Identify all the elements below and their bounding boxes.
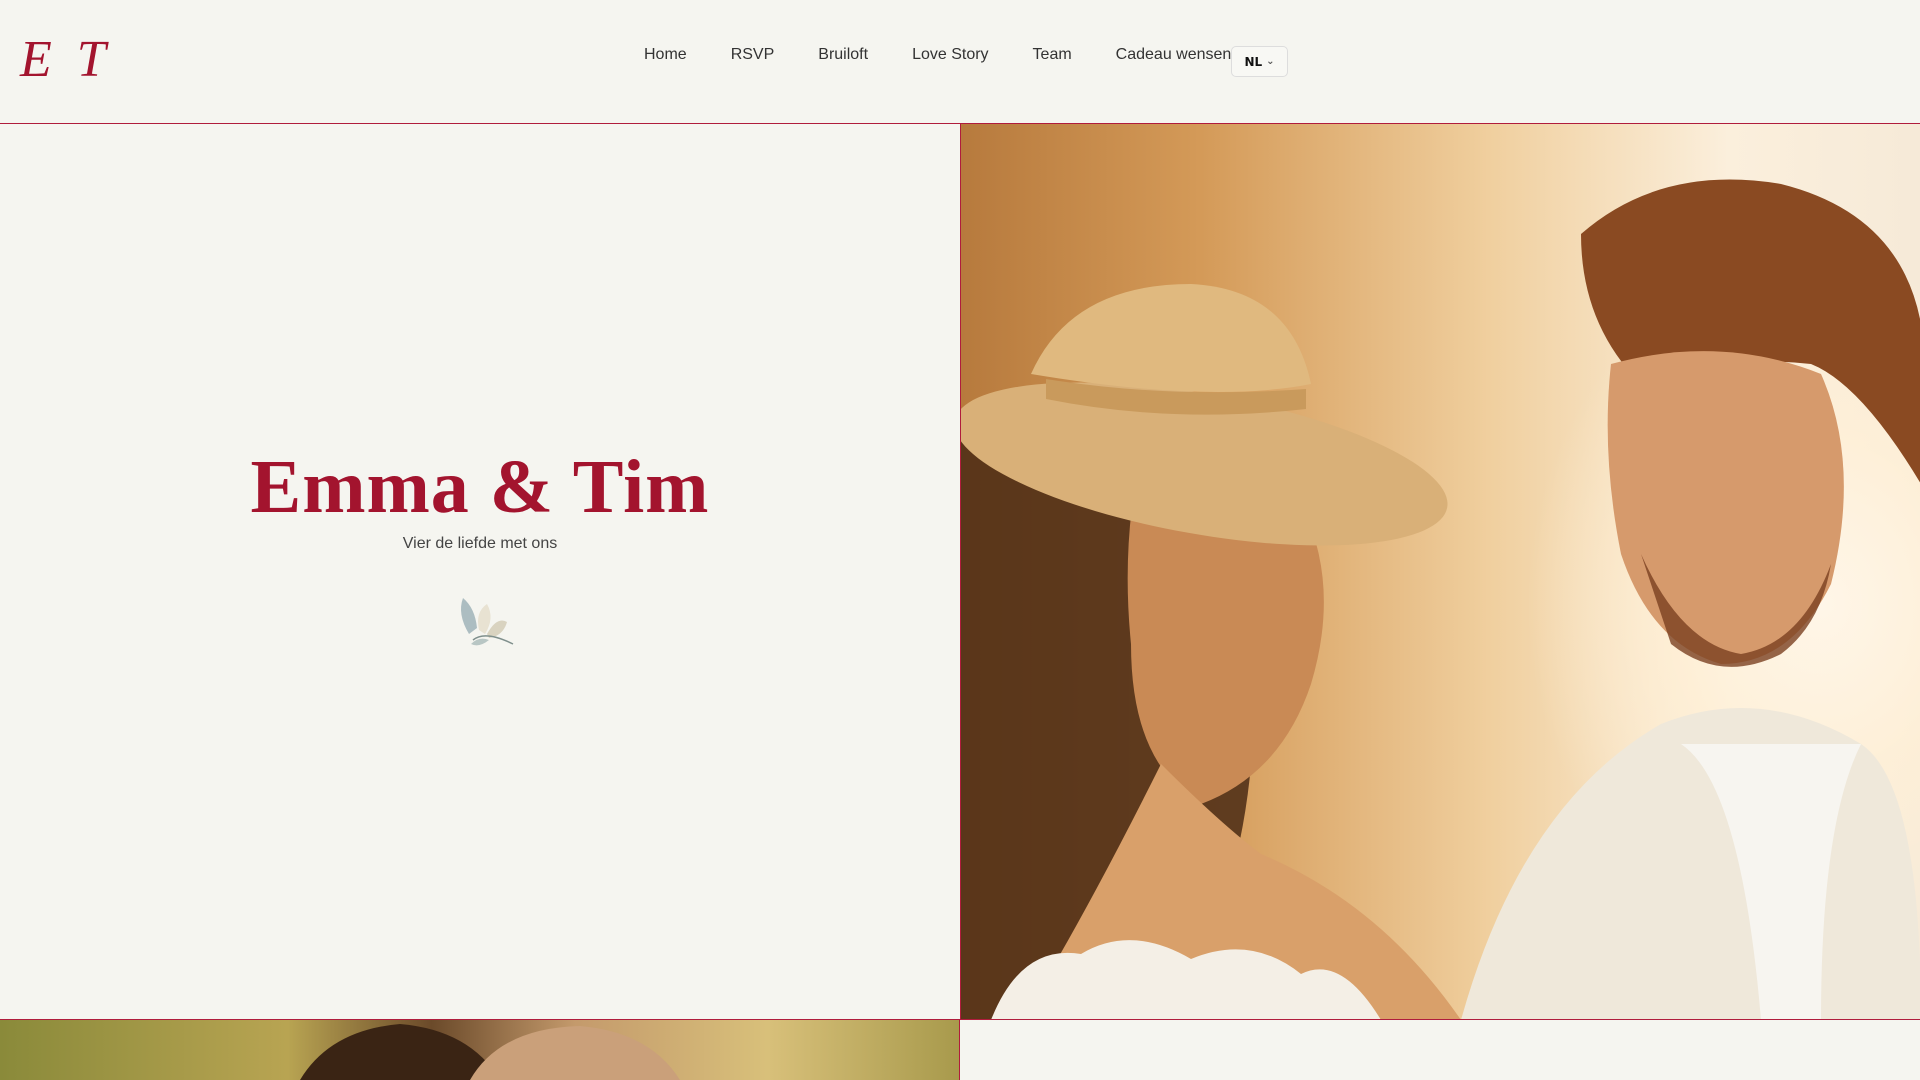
chevron-down-icon: ⌄ — [1266, 56, 1275, 67]
language-code: NL — [1244, 54, 1263, 69]
photo-preview-illustration — [300, 1024, 680, 1080]
language-selector[interactable]: NL ⌄ — [1231, 46, 1288, 77]
nav-home[interactable]: Home — [644, 46, 687, 64]
site-header: E T Home RSVP Bruiloft Love Story Team C… — [0, 0, 1920, 124]
logo[interactable]: E T — [20, 30, 112, 89]
nav-love-story[interactable]: Love Story — [912, 46, 988, 64]
nav-team[interactable]: Team — [1033, 46, 1072, 64]
secondary-photo — [0, 1020, 960, 1080]
hero-subtitle: Vier de liefde met ons — [402, 535, 558, 552]
couple-illustration — [961, 179, 1920, 1019]
couple-title: Emma & Tim — [250, 445, 710, 529]
hero-couple-photo — [960, 124, 1920, 1020]
nav-rsvp[interactable]: RSVP — [731, 46, 775, 64]
main-nav: Home RSVP Bruiloft Love Story Team Cadea… — [644, 46, 1263, 64]
hero-intro: Emma & Tim Vier de liefde met ons — [0, 124, 960, 1020]
leaf-icon — [461, 598, 514, 646]
nav-cadeau-wensen[interactable]: Cadeau wensen — [1116, 46, 1232, 64]
nav-bruiloft[interactable]: Bruiloft — [818, 46, 868, 64]
secondary-panel — [960, 1020, 1920, 1080]
